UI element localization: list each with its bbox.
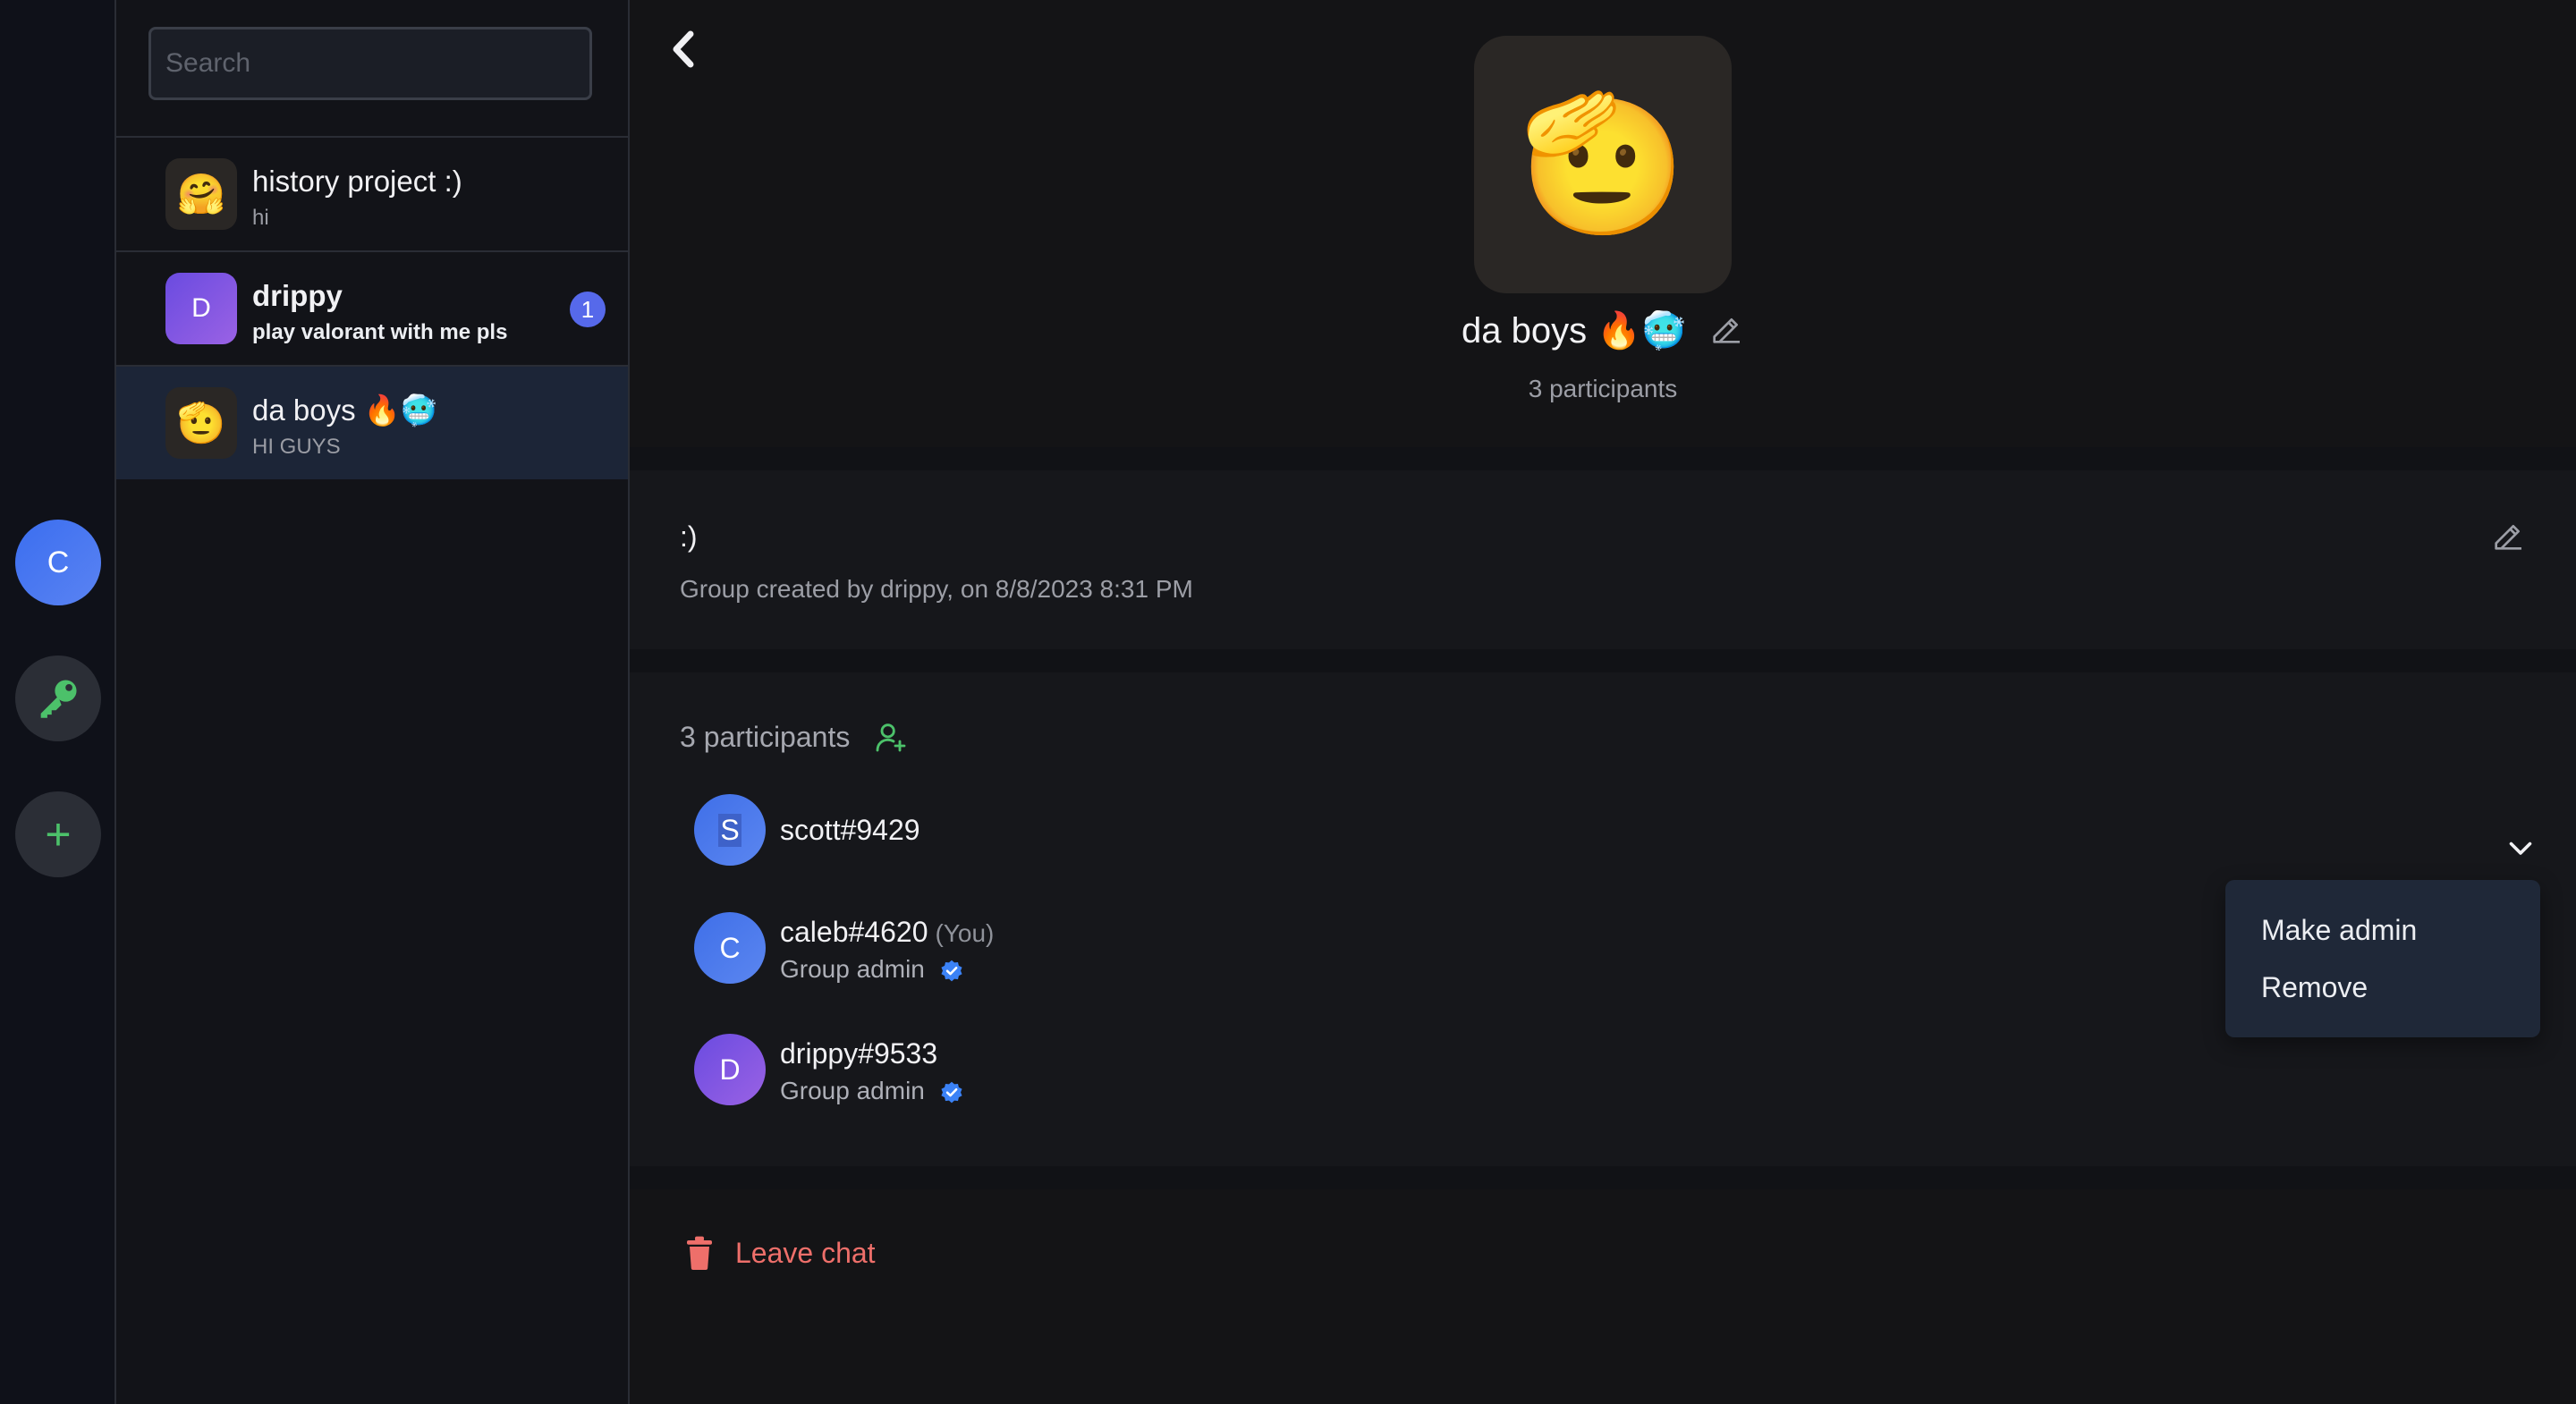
saluting-face-emoji: 🫡 xyxy=(1519,89,1687,239)
user-initial: C xyxy=(47,545,70,579)
avatar-initial: S xyxy=(718,813,741,847)
search-input[interactable] xyxy=(148,27,592,100)
group-name-row: da boys 🔥🥶 xyxy=(630,309,2576,351)
group-description: :) xyxy=(680,520,698,553)
avatar-initial: C xyxy=(719,931,741,964)
chat-title: drippy xyxy=(252,279,343,312)
remove-menu-item[interactable]: Remove xyxy=(2261,971,2368,1004)
participant-options-chevron[interactable] xyxy=(2504,832,2537,864)
participant-role: Group admin xyxy=(780,1077,964,1105)
chat-item-da-boys[interactable]: 🫡 da boys 🔥🥶 HI GUYS xyxy=(116,367,628,479)
current-user-avatar[interactable]: C xyxy=(15,520,101,605)
participant-name: scott#9429 xyxy=(780,814,920,847)
participant-username: caleb#4620 xyxy=(780,916,928,948)
chat-preview: HI GUYS xyxy=(252,435,341,459)
participant-row-scott[interactable]: S scott#9429 xyxy=(694,794,1946,875)
edit-group-name-button[interactable] xyxy=(1708,312,1744,348)
chevron-down-icon xyxy=(2509,842,2532,855)
verified-badge-icon xyxy=(941,1081,962,1103)
leave-chat-button[interactable]: Leave chat xyxy=(685,1231,876,1275)
verified-badge-icon xyxy=(941,960,962,981)
participant-avatar: S xyxy=(694,794,766,866)
divider xyxy=(630,447,2576,470)
description-section xyxy=(630,470,2576,649)
make-admin-menu-item[interactable]: Make admin xyxy=(2261,914,2417,947)
user-plus-icon xyxy=(876,723,906,752)
group-name: da boys 🔥🥶 xyxy=(1462,310,1686,351)
participant-role: Group admin xyxy=(780,955,964,984)
add-server-button[interactable]: + xyxy=(15,791,101,877)
avatar-initial: D xyxy=(191,293,211,323)
group-created-info: Group created by drippy, on 8/8/2023 8:3… xyxy=(680,575,1193,603)
role-label: Group admin xyxy=(780,1077,925,1104)
chat-title: da boys 🔥🥶 xyxy=(252,393,437,427)
add-participant-button[interactable] xyxy=(873,719,909,755)
group-avatar[interactable]: 🫡 xyxy=(1474,36,1732,293)
participant-row-drippy[interactable]: D drippy#9533 Group admin xyxy=(694,1034,1946,1114)
pencil-icon xyxy=(2495,525,2521,550)
trash-icon xyxy=(687,1236,712,1270)
chat-list-sidebar: 🤗 history project :) hi D drippy play va… xyxy=(116,0,630,1404)
chat-avatar: 🤗 xyxy=(165,158,237,230)
chat-item-drippy[interactable]: D drippy play valorant with me pls 1 xyxy=(116,252,628,367)
group-info-panel: 🫡 da boys 🔥🥶 3 participants :) Group cre… xyxy=(630,0,2576,1404)
participant-row-caleb[interactable]: C caleb#4620 (You) Group admin xyxy=(694,912,1946,993)
participant-avatar: C xyxy=(694,912,766,984)
key-button[interactable] xyxy=(15,655,101,741)
you-label: (You) xyxy=(935,919,995,947)
pencil-icon xyxy=(1713,318,1740,344)
chevron-left-icon xyxy=(673,30,694,68)
participant-username: drippy#9533 xyxy=(780,1037,938,1070)
participant-username: scott#9429 xyxy=(780,814,920,846)
divider xyxy=(630,1166,2576,1189)
divider xyxy=(630,649,2576,672)
unread-badge: 1 xyxy=(570,292,606,327)
hugging-face-emoji: 🤗 xyxy=(176,173,226,216)
group-participant-count: 3 participants xyxy=(1528,375,1678,402)
chat-avatar: D xyxy=(165,273,237,344)
edit-description-button[interactable] xyxy=(2490,519,2526,554)
plus-icon: + xyxy=(45,809,72,859)
avatar-initial: D xyxy=(719,1053,741,1086)
participant-context-menu: Make admin Remove xyxy=(2225,880,2540,1037)
back-button[interactable] xyxy=(665,29,701,70)
role-label: Group admin xyxy=(780,955,925,983)
search-box xyxy=(148,27,592,100)
chat-avatar: 🫡 xyxy=(165,387,237,459)
participant-avatar: D xyxy=(694,1034,766,1105)
participants-heading: 3 participants xyxy=(680,721,851,753)
saluting-face-emoji: 🫡 xyxy=(176,402,226,445)
participant-name: drippy#9533 xyxy=(780,1037,937,1070)
chat-title: history project :) xyxy=(252,165,462,198)
chat-item-history-project[interactable]: 🤗 history project :) hi xyxy=(116,138,628,252)
key-icon xyxy=(40,680,77,718)
app-rail: C + xyxy=(0,0,116,1404)
chat-preview: play valorant with me pls xyxy=(252,320,508,344)
chat-preview: hi xyxy=(252,206,269,230)
leave-chat-label: Leave chat xyxy=(735,1236,876,1269)
participant-name: caleb#4620 (You) xyxy=(780,916,994,949)
